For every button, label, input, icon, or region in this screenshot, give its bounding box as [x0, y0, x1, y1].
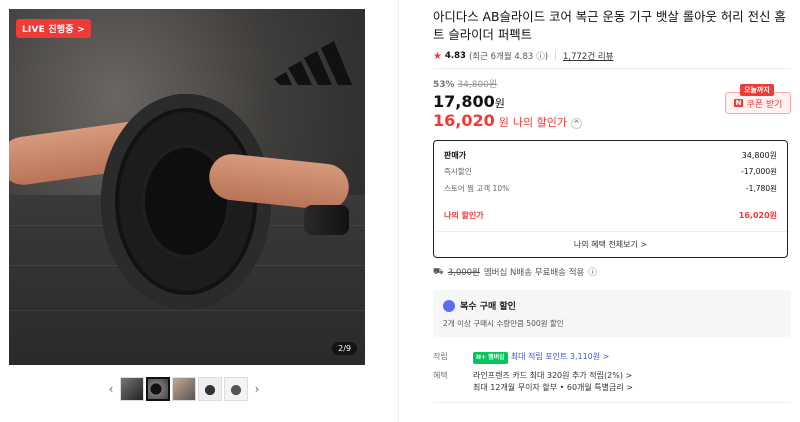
max-points-link[interactable]: 최대 적립 포인트 3,110원 > [511, 352, 610, 361]
multi-buy-desc: 2개 이상 구매시 수량만큼 500원 할인 [443, 319, 564, 328]
breakdown-value: 16,020원 [738, 210, 777, 220]
rating-score: 4.83 [444, 51, 466, 61]
review-count-link[interactable]: 1,772건 리뷰 [563, 50, 614, 62]
breakdown-value: 34,800원 [741, 150, 777, 160]
today-only-badge: 오늘까지 [740, 84, 774, 96]
multi-buy-discount-box: 복수 구매 할인 2개 이상 구매시 수량만큼 500원 할인 [433, 290, 791, 337]
chevron-up-icon[interactable]: ^ [570, 118, 582, 129]
breakdown-my-price-row: 나의 할인가 16,020원 [434, 205, 787, 225]
points-benefits: 적립 N+ 멤버십 최대 적립 포인트 3,110원 > 혜택 라인프렌즈 카드 … [433, 351, 791, 403]
adidas-logo [274, 41, 352, 85]
breakdown-label: 스토어 찜 고객 10% [444, 184, 510, 193]
thumbnail[interactable] [198, 377, 222, 401]
original-price-row: 53% 34,800원 [433, 77, 791, 90]
rating-sub: (최근 6개월 4.83 [468, 52, 534, 62]
breakdown-row: 즉시할인 -17,000원 [434, 163, 787, 180]
original-price: 34,800원 [457, 80, 498, 90]
shipping-text: 멤버십 N배송 무료배송 적용 [483, 268, 585, 278]
thumbnail-strip: ‹ › [104, 375, 274, 403]
star-icon: ★ [433, 50, 442, 62]
info-icon[interactable]: ⓘ [588, 266, 597, 278]
rating-row: ★ 4.83 (최근 6개월 4.83 ⓘ) | 1,772건 리뷰 [433, 50, 791, 63]
npoint-badge: N+ 멤버십 [473, 352, 508, 364]
benefit-values: 라인프렌즈 카드 최대 320원 추가 적립(2%) > 최대 12개월 무이자… [473, 370, 633, 394]
sale-price-unit: 원 [494, 97, 505, 110]
wheel-handle [304, 205, 349, 235]
shipping-original: 3,000원 [447, 268, 480, 278]
divider [433, 402, 791, 403]
card-benefit-link[interactable]: 라인프렌즈 카드 최대 320원 추가 적립(2%) > [473, 371, 632, 380]
my-price-value: 16,020 [433, 111, 495, 130]
thumbnail[interactable] [120, 377, 144, 401]
breakdown-row: 판매가 34,800원 [434, 141, 787, 163]
truck-icon: ⛟ [433, 266, 444, 277]
breakdown-label: 판매가 [444, 150, 467, 160]
thumb-prev-button[interactable]: ‹ [104, 382, 118, 396]
thumbnail[interactable] [172, 377, 196, 401]
points-row: 적립 N+ 멤버십 최대 적립 포인트 3,110원 > [433, 351, 791, 364]
breakdown-value: -17,000원 [741, 167, 777, 176]
panel-divider [398, 0, 399, 422]
breakdown-value: -1,780원 [745, 184, 777, 193]
benefit-label: 혜택 [433, 371, 448, 380]
breakdown-row: 스토어 찜 고객 10% -1,780원 [434, 180, 787, 197]
price-breakdown-box: 판매가 34,800원 즉시할인 -17,000원 스토어 찜 고객 10% -… [433, 140, 788, 258]
divider [433, 68, 791, 69]
discount-icon [443, 299, 455, 312]
view-all-benefits-button[interactable]: 나의 혜택 전체보기 > [434, 231, 787, 257]
thumb-next-button[interactable]: › [250, 382, 264, 396]
info-icon[interactable]: ⓘ) [536, 50, 548, 62]
my-price-label: 나의 할인가 [512, 116, 567, 129]
product-title: 아디다스 AB슬라이드 코어 복근 운동 기구 뱃살 롤아웃 허리 전신 홈트 … [433, 9, 786, 42]
sale-price-value: 17,800 [433, 92, 495, 111]
points-label: 적립 [433, 352, 448, 361]
breakdown-label: 즉시할인 [444, 167, 472, 176]
image-counter: 2/9 [332, 342, 357, 355]
thumbnail[interactable] [146, 377, 170, 401]
product-main-image[interactable]: LIVE 진행중 > 2/9 [9, 9, 365, 365]
benefit-row: 혜택 라인프렌즈 카드 최대 320원 추가 적립(2%) > 최대 12개월 … [433, 370, 791, 394]
multi-buy-title-row: 복수 구매 할인 [443, 299, 781, 312]
coupon-label: 쿠폰 받기 [746, 99, 783, 110]
shipping-row: ⛟ 3,000원 멤버십 N배송 무료배송 적용 ⓘ [433, 266, 791, 279]
naver-n-icon: N [733, 99, 744, 107]
product-info-panel: 아디다스 AB슬라이드 코어 복근 운동 기구 뱃살 롤아웃 허리 전신 홈트 … [433, 8, 791, 403]
breakdown-label: 나의 할인가 [444, 210, 484, 220]
my-price-unit: 원 [498, 116, 509, 129]
points-value[interactable]: N+ 멤버십 최대 적립 포인트 3,110원 > [473, 351, 609, 364]
discount-percent: 53% [433, 80, 455, 90]
multi-buy-title: 복수 구매 할인 [460, 302, 516, 312]
installment-benefit-link[interactable]: 최대 12개월 무이자 할부 • 60개월 특별금리 > [473, 383, 633, 392]
live-badge[interactable]: LIVE 진행중 > [16, 19, 91, 38]
divider: | [554, 51, 557, 61]
coupon-area: 오늘까지 N 쿠폰 받기 [725, 84, 791, 114]
thumbnail[interactable] [224, 377, 248, 401]
